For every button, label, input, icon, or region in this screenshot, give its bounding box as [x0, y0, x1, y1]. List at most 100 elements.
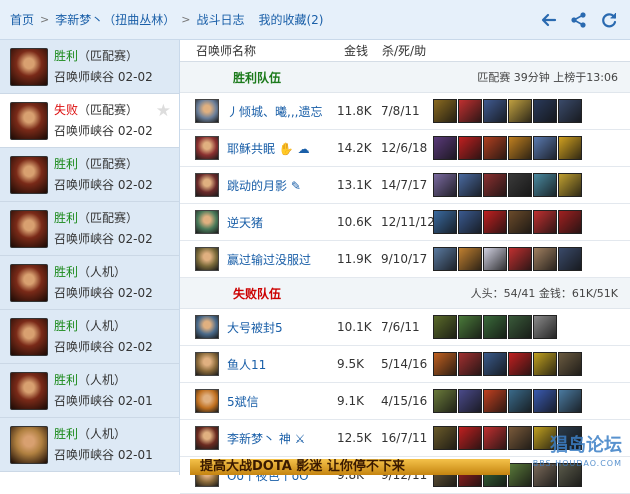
item-icon [533, 210, 557, 234]
match-result: 胜利 [54, 426, 79, 441]
champion-avatar [10, 101, 48, 140]
match-detail: 召唤师名称 金钱 杀/死/助 胜利队伍 匹配赛 39分钟 上榜于13:06 丿倾… [180, 40, 630, 494]
item-icon [533, 389, 557, 413]
lose-team-info: 人头：54/41 金钱：61K/51K [470, 287, 618, 300]
player-name[interactable]: 丿倾城、曦,,,遗忘 [227, 103, 337, 120]
player-row[interactable]: 丿倾城、曦,,,遗忘 11.8K 7/8/11 [180, 93, 630, 130]
match-date: 02-01 [117, 447, 153, 462]
match-item[interactable]: 胜利（人机） 召唤师峡谷 02-02 [0, 310, 179, 364]
win-team-label: 胜利队伍 [233, 70, 282, 85]
match-item[interactable]: 胜利（匹配赛） 召唤师峡谷 02-02 [0, 40, 179, 94]
match-map-line: 召唤师峡谷 02-02 [54, 121, 153, 142]
item-icon [483, 352, 507, 376]
player-row[interactable]: 5斌信 9.1K 4/15/16 [180, 383, 630, 420]
ad-banner[interactable]: 提高大战DOTA 影迷 让你停不下来 [190, 459, 510, 475]
win-player-list: 丿倾城、曦,,,遗忘 11.8K 7/8/11 耶稣共眠 ✋ ☁ 14.2K 12/6/1… [180, 93, 630, 278]
player-row[interactable]: 鱼人11 9.5K 5/14/16 [180, 346, 630, 383]
match-item[interactable]: 胜利（人机） 召唤师峡谷 02-02 [0, 256, 179, 310]
match-text: 胜利（人机） 召唤师峡谷 02-02 [54, 262, 153, 304]
match-map: 召唤师峡谷 [54, 339, 115, 354]
player-name[interactable]: 鱼人11 [227, 356, 337, 373]
player-row[interactable]: 逆天猪 10.6K 12/11/12 [180, 204, 630, 241]
player-name[interactable]: 跳动的月影 ✎ [227, 177, 337, 194]
match-map: 召唤师峡谷 [54, 231, 115, 246]
favorite-star-icon[interactable]: ★ [156, 101, 171, 121]
player-name[interactable]: 逆天猪 [227, 214, 337, 231]
player-row[interactable]: 耶稣共眠 ✋ ☁ 14.2K 12/6/18 [180, 130, 630, 167]
match-text: 胜利（匹配赛） 召唤师峡谷 02-02 [54, 208, 153, 250]
match-mode: （匹配赛） [78, 156, 139, 171]
item-icon [483, 247, 507, 271]
item-icon [483, 315, 507, 339]
player-gold: 10.6K [337, 215, 372, 229]
breadcrumb-player[interactable]: 李新梦丶（扭曲丛林） [55, 11, 175, 28]
match-item[interactable]: 胜利（人机） 召唤师峡谷 02-01 [0, 418, 179, 472]
breadcrumb-separator-icon: > [181, 13, 191, 26]
match-date: 02-01 [117, 393, 153, 408]
item-icon [508, 352, 532, 376]
item-icon [508, 426, 532, 450]
player-kda: 14/7/17 [381, 178, 428, 192]
item-icon [558, 173, 582, 197]
item-icon [433, 315, 457, 339]
share-icon[interactable] [570, 11, 588, 29]
refresh-icon[interactable] [600, 11, 618, 29]
item-icon [533, 247, 557, 271]
top-bar: 首页 > 李新梦丶（扭曲丛林） > 战斗日志 我的收藏(2) [0, 0, 630, 40]
player-name[interactable]: 赢过输过没服过 [227, 251, 337, 268]
item-icon [558, 210, 582, 234]
item-icon [458, 247, 482, 271]
player-row[interactable]: 赢过输过没服过 11.9K 9/10/17 [180, 241, 630, 278]
player-name[interactable]: 耶稣共眠 ✋ ☁ [227, 140, 337, 157]
match-result: 胜利 [54, 48, 79, 63]
item-icon [458, 352, 482, 376]
item-icon [433, 247, 457, 271]
favorites-link[interactable]: 我的收藏(2) [258, 11, 323, 28]
item-icon [483, 173, 507, 197]
match-map: 召唤师峡谷 [54, 177, 115, 192]
player-row[interactable]: 大号被封5 10.1K 7/6/11 [180, 309, 630, 346]
item-icon [483, 99, 507, 123]
breadcrumb-home[interactable]: 首页 [10, 11, 34, 28]
match-mode: （人机） [78, 426, 127, 441]
match-date: 02-02 [117, 231, 153, 246]
match-item[interactable]: 胜利（人机） 召唤师峡谷 02-01 [0, 364, 179, 418]
player-name[interactable]: 大号被封5 [227, 319, 337, 336]
player-name[interactable]: 李新梦丶 神 ⚔ [227, 430, 337, 447]
item-slots [433, 99, 582, 123]
player-name[interactable]: 5斌信 [227, 393, 337, 410]
champion-avatar [10, 263, 48, 302]
item-icon [533, 352, 557, 376]
watermark: 猖岛论坛 BBS.HOUDAO.COM [533, 437, 622, 473]
item-icon [558, 136, 582, 160]
back-arrow-icon[interactable] [540, 11, 558, 29]
match-result-line: 胜利（人机） [54, 370, 153, 391]
item-icon [508, 315, 532, 339]
item-icon [433, 173, 457, 197]
player-kda: 5/14/16 [381, 357, 428, 371]
match-result-line: 胜利（人机） [54, 316, 153, 337]
match-map-line: 召唤师峡谷 02-02 [54, 337, 153, 358]
item-icon [483, 426, 507, 450]
player-gold: 11.9K [337, 252, 372, 266]
win-team-info: 匹配赛 39分钟 上榜于13:06 [477, 71, 618, 84]
breadcrumb-battle-log[interactable]: 战斗日志 [196, 11, 244, 28]
breadcrumb-separator-icon: > [40, 13, 50, 26]
match-item[interactable]: 失败（匹配赛） 召唤师峡谷 02-02 ★ [0, 94, 179, 148]
player-kda: 7/6/11 [381, 320, 420, 334]
match-item[interactable]: 胜利（匹配赛） 召唤师峡谷 02-02 [0, 202, 179, 256]
player-gold: 12.5K [337, 431, 372, 445]
item-slots [433, 352, 582, 376]
player-gold: 9.5K [337, 357, 364, 371]
player-row[interactable]: 跳动的月影 ✎ 13.1K 14/7/17 [180, 167, 630, 204]
item-icon [533, 173, 557, 197]
match-item[interactable]: 胜利（匹配赛） 召唤师峡谷 02-02 [0, 148, 179, 202]
match-text: 胜利（人机） 召唤师峡谷 02-02 [54, 316, 153, 358]
item-slots [433, 210, 582, 234]
match-mode: （匹配赛） [78, 210, 139, 225]
match-text: 胜利（人机） 召唤师峡谷 02-01 [54, 370, 153, 412]
match-mode: （匹配赛） [78, 102, 139, 117]
champion-avatar [195, 426, 219, 450]
item-icon [458, 315, 482, 339]
match-result: 胜利 [54, 156, 79, 171]
